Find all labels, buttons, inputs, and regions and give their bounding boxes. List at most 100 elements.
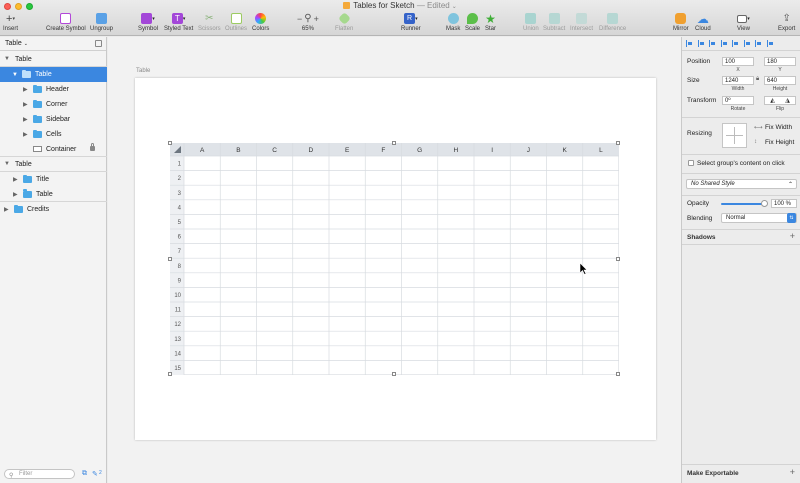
difference-button[interactable]: Difference (599, 12, 626, 32)
layer-group-cells[interactable]: ▶ Cells (0, 127, 107, 142)
symbol-button[interactable]: ▾ Symbol (138, 12, 158, 32)
cloud-button[interactable]: ☁ Cloud (695, 12, 711, 33)
fix-width-icon[interactable]: ⟷ (754, 124, 763, 131)
resize-handle-left[interactable] (168, 257, 172, 261)
layer-group-table-2[interactable]: ▶ Table (0, 187, 107, 202)
fix-height-label[interactable]: Fix Height (765, 139, 794, 146)
layer-group-header[interactable]: ▶ Header (0, 82, 107, 97)
slice-filter-icon[interactable]: ✎ (92, 470, 98, 478)
align-middle-icon[interactable] (755, 40, 761, 47)
disclosure-closed-icon[interactable]: ▶ (23, 101, 30, 108)
disclosure-closed-icon[interactable]: ▶ (23, 131, 30, 138)
resize-handle-bottom-left[interactable] (168, 372, 172, 376)
resize-handle-right[interactable] (616, 257, 620, 261)
select-group-content-checkbox[interactable] (688, 160, 694, 166)
opacity-slider[interactable] (721, 203, 764, 205)
blending-dropdown-arrow-icon[interactable]: ⇅ (787, 213, 796, 223)
opacity-slider-knob[interactable] (761, 200, 768, 207)
align-center-icon[interactable] (720, 40, 727, 47)
scale-button[interactable]: Scale (465, 12, 480, 32)
disclosure-closed-icon[interactable]: ▶ (23, 86, 30, 93)
flip-control[interactable]: ◭ ◮ (764, 96, 796, 105)
resize-handle-bottom[interactable] (392, 372, 396, 376)
zoom-control[interactable]: − ⚲ + 65% (297, 12, 319, 32)
view-label: View (737, 26, 750, 32)
flip-horizontal-icon[interactable]: ◭ (770, 97, 775, 104)
create-symbol-icon (60, 12, 72, 25)
star-button[interactable]: ★ Star (485, 12, 496, 33)
resize-handle-top-right[interactable] (616, 141, 620, 145)
mask-button[interactable]: Mask (446, 12, 460, 32)
view-button[interactable]: ▾ View (737, 12, 750, 32)
fix-height-icon[interactable]: ↕ (754, 139, 757, 145)
artboard-title[interactable]: Table (136, 68, 150, 74)
height-field[interactable]: 640 (764, 76, 796, 85)
symbols-filter-icon[interactable]: ⧉ (82, 470, 87, 478)
symbol-icon: ▾ (141, 12, 155, 25)
layer-label: Cells (46, 131, 62, 138)
subtract-button[interactable]: Subtract (543, 12, 565, 32)
disclosure-closed-icon[interactable]: ▶ (4, 206, 11, 213)
disclosure-closed-icon[interactable]: ▶ (13, 191, 20, 198)
layer-filter-input[interactable]: ⚲ Filter (4, 469, 75, 479)
add-export-icon[interactable]: + (790, 467, 795, 477)
ungroup-button[interactable]: Ungroup (90, 12, 113, 32)
export-button[interactable]: ⇪ Export (778, 12, 795, 32)
shared-style-dropdown[interactable]: No Shared Style ⌃ (686, 179, 797, 189)
disclosure-open-icon[interactable]: ▼ (4, 161, 11, 167)
chevron-down-icon[interactable]: ⌄ (452, 4, 457, 10)
resize-handle-bottom-right[interactable] (616, 372, 620, 376)
layer-group-sidebar[interactable]: ▶ Sidebar (0, 112, 107, 127)
y-field[interactable]: 180 (764, 57, 796, 66)
disclosure-closed-icon[interactable]: ▶ (13, 176, 20, 183)
x-field[interactable]: 100 (722, 57, 754, 66)
flip-vertical-icon[interactable]: ◮ (785, 97, 790, 104)
layer-artboard-table-2[interactable]: ▼ Table (0, 157, 107, 172)
layer-rect-container[interactable]: Container (0, 142, 107, 157)
opacity-field[interactable]: 100 % (771, 199, 797, 208)
align-bottom-icon[interactable] (766, 40, 773, 47)
lock-ratio-icon[interactable]: 🔒︎ (756, 76, 759, 83)
align-right-icon[interactable] (732, 40, 738, 47)
union-button[interactable]: Union (523, 12, 539, 32)
align-top-icon[interactable] (743, 40, 750, 47)
add-shadow-icon[interactable]: + (790, 231, 795, 241)
insert-button[interactable]: + ▾ Insert (3, 12, 18, 33)
rotate-field[interactable]: 0º (722, 96, 754, 105)
distribute-horizontal-icon[interactable] (686, 40, 692, 47)
resize-handle-top-left[interactable] (168, 141, 172, 145)
flatten-button[interactable]: Flatten (335, 12, 353, 32)
layer-group-table[interactable]: ▼ Table (0, 67, 107, 82)
mirror-button[interactable]: Mirror (673, 12, 689, 32)
intersect-button[interactable]: Intersect (570, 12, 593, 32)
disclosure-open-icon[interactable]: ▼ (4, 56, 11, 62)
layer-group-credits[interactable]: ▶ Credits (0, 202, 107, 217)
create-symbol-button[interactable]: Create Symbol (46, 12, 86, 32)
disclosure-closed-icon[interactable]: ▶ (23, 116, 30, 123)
layer-group-title[interactable]: ▶ Title (0, 172, 107, 187)
colors-button[interactable]: Colors (252, 12, 269, 32)
align-left-icon[interactable] (709, 40, 715, 47)
fix-width-label[interactable]: Fix Width (765, 124, 792, 131)
canvas[interactable]: Table A B C D E F G H I J K L 1 2 3 4 5 6 7 8 9 10 11 12 13 14 15 (108, 37, 681, 483)
layer-group-corner[interactable]: ▶ Corner (0, 97, 107, 112)
lock-icon[interactable] (90, 143, 95, 151)
width-field[interactable]: 1240 (722, 76, 754, 85)
page-selector[interactable]: Table ⌄ (0, 37, 106, 51)
blending-dropdown[interactable]: Normal (721, 213, 797, 223)
distribute-vertical-icon[interactable] (697, 40, 704, 47)
outlines-button[interactable]: Outlines (225, 12, 247, 32)
make-exportable-title[interactable]: Make Exportable (687, 470, 739, 477)
layer-artboard-table[interactable]: ▼ Table (0, 52, 107, 67)
scissors-button[interactable]: ✂ Scissors (198, 12, 221, 32)
resize-handle-top[interactable] (392, 141, 396, 145)
table-grid[interactable]: A B C D E F G H I J K L 1 2 3 4 5 6 7 8 9 10 11 12 13 14 15 (170, 143, 619, 375)
edited-status: — Edited (416, 1, 450, 10)
shadows-section-title[interactable]: Shadows (687, 234, 716, 241)
disclosure-open-icon[interactable]: ▼ (12, 72, 19, 78)
styled-text-button[interactable]: T ▾ Styled Text (164, 12, 193, 32)
runner-button[interactable]: R ▾ Runner (401, 12, 421, 32)
add-page-icon[interactable] (95, 40, 102, 47)
resizing-constraints-widget[interactable] (722, 123, 747, 148)
column-header-a: A (200, 147, 205, 154)
